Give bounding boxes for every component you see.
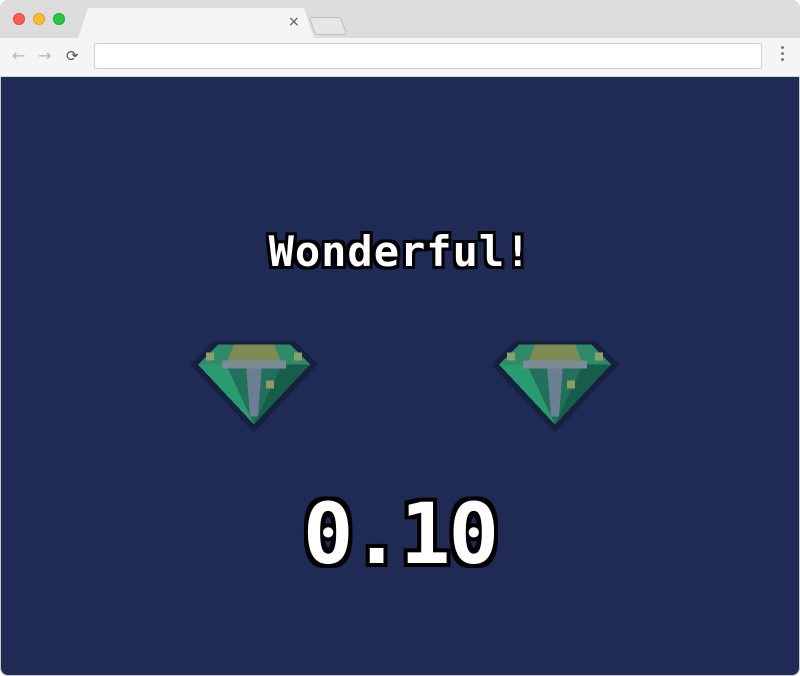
- new-tab-button[interactable]: [308, 17, 348, 35]
- emerald-gem-icon: [190, 340, 318, 433]
- emerald-gem-icon: [491, 340, 619, 433]
- address-bar[interactable]: [94, 43, 762, 69]
- browser-window: × ← → ⟳ Wonderful! 0.10: [0, 0, 800, 676]
- arrow-right-icon[interactable]: →: [38, 47, 51, 65]
- arrow-left-icon[interactable]: ←: [12, 47, 25, 65]
- maximize-window-button[interactable]: [53, 13, 65, 25]
- close-window-button[interactable]: [13, 13, 25, 25]
- tab-strip: ×: [0, 0, 800, 38]
- result-message: Wonderful!: [268, 227, 532, 276]
- game-canvas[interactable]: Wonderful! 0.10: [1, 77, 799, 675]
- browser-tab[interactable]: [78, 8, 314, 38]
- menu-icon[interactable]: [779, 46, 785, 66]
- minimize-window-button[interactable]: [33, 13, 45, 25]
- tab-close-icon[interactable]: ×: [288, 14, 300, 30]
- score-value: 0.10: [302, 485, 499, 583]
- reload-icon[interactable]: ⟳: [66, 47, 79, 65]
